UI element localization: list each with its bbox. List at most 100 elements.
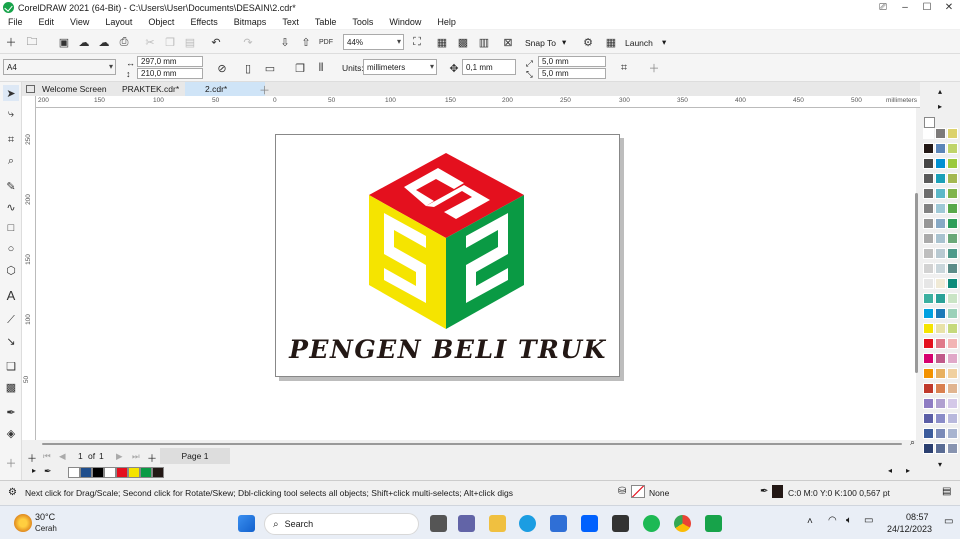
outline-pen-icon[interactable]: ✒ [760, 486, 768, 497]
weather-icon[interactable] [14, 514, 32, 532]
color-swatch[interactable] [923, 278, 934, 289]
color-swatch[interactable] [947, 428, 958, 439]
artistic-media-icon[interactable]: ∿ [3, 199, 19, 215]
paste-icon[interactable]: ▤ [182, 34, 198, 50]
palette-options-icon[interactable]: ▸ [938, 102, 942, 111]
open-folder-icon[interactable]: 🗀 [24, 34, 40, 50]
text-tool-icon[interactable]: A [3, 287, 19, 303]
color-swatch[interactable] [947, 308, 958, 319]
close-button[interactable]: ✕ [938, 0, 960, 15]
menu-view[interactable]: View [62, 17, 97, 27]
notification-icon[interactable]: ▭ [944, 516, 953, 527]
menu-edit[interactable]: Edit [31, 17, 63, 27]
color-swatch[interactable] [947, 413, 958, 424]
scrollbar-thumb[interactable] [915, 193, 918, 373]
color-swatch[interactable] [947, 398, 958, 409]
color-swatch[interactable] [923, 383, 934, 394]
color-swatch[interactable] [935, 173, 946, 184]
color-swatch[interactable] [947, 248, 958, 259]
add-page-after-icon[interactable]: ＋ [147, 450, 157, 465]
color-swatch[interactable] [935, 128, 946, 139]
logo-artwork[interactable]: PENGEN BELI TRUK [276, 135, 621, 378]
taskbar-search-box[interactable]: ⌕ Search [264, 513, 419, 535]
duplicate-distance-x-input[interactable]: 5,0 mm [538, 56, 606, 67]
color-swatch[interactable] [923, 218, 934, 229]
color-swatch[interactable] [947, 188, 958, 199]
menu-object[interactable]: Object [140, 17, 182, 27]
launch-dropdown[interactable]: Launch [625, 38, 653, 48]
color-swatch[interactable] [947, 443, 958, 454]
copy-icon[interactable]: ❐ [162, 34, 178, 50]
color-swatch[interactable] [935, 428, 946, 439]
color-swatch[interactable] [935, 293, 946, 304]
palette-scroll-down-icon[interactable]: ▾ [938, 460, 942, 469]
clock-date[interactable]: 24/12/2023 [887, 524, 932, 534]
color-swatch[interactable] [923, 428, 934, 439]
volume-icon[interactable]: 🔈︎ [846, 515, 852, 526]
chevron-down-icon[interactable]: ▾ [662, 37, 666, 48]
show-rulers-icon[interactable]: ▦ [434, 34, 450, 50]
weather-description[interactable]: Cerah [35, 524, 57, 533]
cut-icon[interactable]: ✂ [142, 34, 158, 50]
first-page-icon[interactable]: ⏮ [43, 451, 51, 462]
page-height-input[interactable]: 210,0 mm [137, 68, 203, 79]
gear-icon[interactable]: ⚙ [8, 487, 17, 498]
menu-table[interactable]: Table [307, 17, 345, 27]
maximize-button[interactable]: ☐ [916, 0, 938, 15]
import-icon[interactable]: ⇩ [277, 34, 293, 50]
palette-options-icon[interactable]: ▸ [32, 466, 36, 475]
color-swatch[interactable] [947, 278, 958, 289]
color-swatch[interactable] [935, 188, 946, 199]
color-swatch[interactable] [923, 413, 934, 424]
polygon-tool-icon[interactable]: ⬡ [3, 262, 19, 278]
color-swatch[interactable] [935, 398, 946, 409]
color-swatch[interactable] [923, 233, 934, 244]
drawing-page[interactable]: PENGEN BELI TRUK [275, 134, 620, 377]
snap-to-dropdown[interactable]: Snap To [525, 38, 556, 48]
coreldraw-taskbar-icon[interactable] [705, 515, 722, 532]
eyedropper-icon[interactable]: ✒ [44, 466, 52, 477]
scroll-left-icon[interactable]: ◂ [888, 466, 892, 475]
page-orientation-icon[interactable]: ⫴ [313, 60, 329, 76]
color-swatch[interactable] [947, 338, 958, 349]
color-proof-icon[interactable]: ▤ [942, 486, 951, 497]
color-swatch[interactable] [935, 353, 946, 364]
connector-tool-icon[interactable]: ↘ [3, 333, 19, 349]
page-size-select[interactable]: A4 [3, 59, 116, 75]
color-swatch[interactable] [935, 218, 946, 229]
palette-scroll-up-icon[interactable]: ▴ [938, 87, 942, 96]
color-swatch[interactable] [923, 263, 934, 274]
color-swatch[interactable] [935, 413, 946, 424]
color-swatch[interactable] [935, 308, 946, 319]
tab-2-cdr[interactable]: 2.cdr* [185, 82, 265, 96]
color-swatch[interactable] [923, 323, 934, 334]
page-width-input[interactable]: 297,0 mm [137, 56, 203, 67]
color-swatch[interactable] [935, 383, 946, 394]
color-swatch[interactable] [923, 143, 934, 154]
export-icon[interactable]: ⇧ [298, 34, 314, 50]
color-swatch[interactable] [947, 323, 958, 334]
weather-temperature[interactable]: 30°C [35, 512, 55, 522]
nudge-distance-input[interactable]: 0,1 mm [462, 59, 516, 75]
previous-page-icon[interactable]: ◀ [59, 451, 66, 462]
units-select[interactable]: millimeters [363, 59, 437, 75]
color-swatch[interactable] [947, 233, 958, 244]
color-swatch[interactable] [923, 293, 934, 304]
minimize-button[interactable]: – [894, 0, 916, 15]
logo-caption[interactable]: PENGEN BELI TRUK [288, 335, 607, 364]
add-tool-icon[interactable]: ＋ [3, 455, 19, 471]
save-icon[interactable]: ▣ [56, 34, 72, 50]
transparency-icon[interactable]: ▩ [3, 379, 19, 395]
file-explorer-icon[interactable] [489, 515, 506, 532]
color-swatch[interactable] [923, 173, 934, 184]
chrome-icon[interactable] [674, 515, 691, 532]
color-swatch[interactable] [947, 128, 958, 139]
color-swatch[interactable] [92, 467, 104, 478]
vertical-scrollbar[interactable] [912, 108, 920, 440]
freehand-tool-icon[interactable]: ✎ [3, 178, 19, 194]
color-swatch[interactable] [935, 203, 946, 214]
portrait-icon[interactable]: ▯ [240, 60, 256, 76]
color-swatch[interactable] [128, 467, 140, 478]
color-swatch[interactable] [935, 248, 946, 259]
zoom-navigator-icon[interactable]: ⌕ [910, 437, 915, 448]
